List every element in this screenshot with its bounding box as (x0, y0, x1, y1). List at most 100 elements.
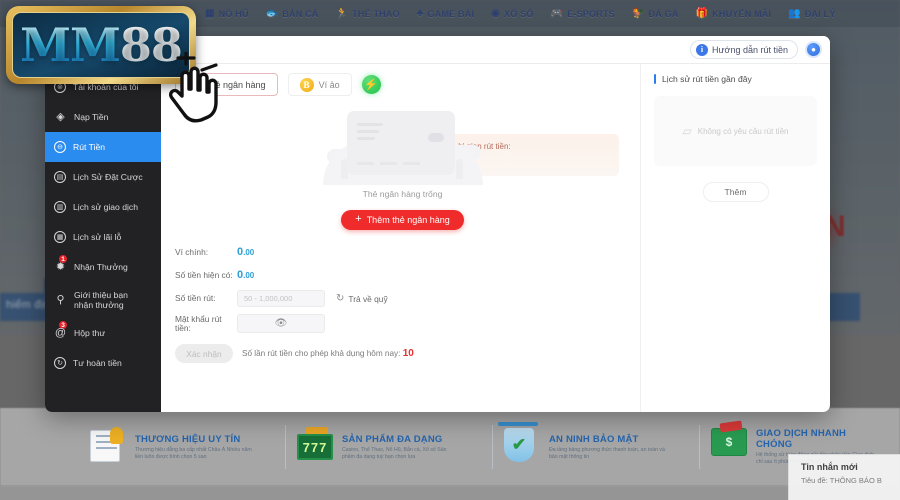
card-shape (346, 111, 455, 175)
toast-title: Tin nhắn mới (801, 462, 858, 472)
profit-loss-icon: ▦ (54, 231, 66, 243)
nav-item-e-sports[interactable]: 🎮 E-SPORTS (550, 7, 615, 19)
card-number-shape (356, 162, 420, 165)
nav-item-game-bai[interactable]: ♣ GAME BÀI (416, 7, 474, 19)
card-line (356, 123, 383, 126)
withdraw-main-content: Thẻ ngân hàng B Ví ảo ⚡ Thời gian rút ti… (161, 64, 640, 412)
available-amount-row: Số tiền hiện có: 0.00 (175, 267, 630, 283)
card-line (356, 130, 379, 133)
sidebar-item-label: Rút Tiền (73, 142, 106, 152)
plus-icon: + (355, 213, 362, 226)
limit-count: 10 (402, 348, 414, 359)
nav-label: THỂ THAO (352, 8, 400, 19)
bank-card-empty-state: Thẻ ngân hàng trống + Thêm thẻ ngân hàng (175, 105, 630, 230)
nav-item-the-thao[interactable]: 🏃 THỂ THAO (336, 8, 400, 19)
gift-icon: 🎁 (695, 7, 709, 19)
nav-item-da-ga[interactable]: 🐓 ĐÁ GÀ (631, 7, 679, 19)
nav-item-khuyen-mai[interactable]: 🎁 KHUYẾN MÃI (695, 7, 772, 19)
sidebar-item-nhan-thuong[interactable]: 1 ✹ Nhận Thưởng (45, 252, 161, 282)
withdraw-password-input[interactable]: 👁 (237, 314, 325, 333)
return-fund-label: Trả về quỹ (348, 293, 388, 304)
info-icon: i (696, 43, 709, 56)
withdraw-history-panel: Lịch sử rút tiền gần đây ▱ Không có yêu … (640, 64, 830, 412)
card-chip-shape (427, 133, 444, 142)
withdraw-amount-row: Số tiền rút: 50 - 1,000,000 ↻ Trả về quỹ (175, 290, 630, 307)
gamepad-icon: 🎮 (550, 7, 564, 19)
feature-subtitle: Thương hiệu đẳng ba cấp nhất Châu Á Nhiề… (135, 446, 252, 460)
feature-security: AN NINH BẢO MẬT Đa tầng bảng phương thức… (492, 419, 679, 475)
withdraw-icon: ⊖ (54, 141, 66, 153)
add-bank-card-button[interactable]: + Thêm thẻ ngân hàng (341, 209, 464, 230)
logo-inner-frame: MM88 (12, 12, 190, 78)
return-to-fund-button[interactable]: ↻ Trả về quỹ (336, 293, 388, 304)
new-message-toast[interactable]: Tin nhắn mới Tiêu đề: THÔNG BÁO B (788, 454, 900, 500)
lottery-ball-icon: ◉ (491, 7, 501, 19)
title-accent-bar (654, 74, 656, 84)
rooster-icon: 🐓 (631, 7, 645, 19)
nav-item-no-hu[interactable]: ▦ NỔ HŨ (205, 7, 249, 19)
sidebar-item-label: Nhận Thưởng (74, 262, 128, 272)
nav-item-dai-ly[interactable]: 👥 ĐẠI LÝ (788, 7, 836, 19)
sidebar-item-lich-su-giao-dich[interactable]: ▥ Lịch sử giao dịch (45, 192, 161, 222)
empty-card-illustration (322, 105, 483, 193)
withdraw-form: Ví chính: 0.00 Số tiền hiện có: 0.00 Số … (175, 244, 630, 363)
withdraw-password-row: Mật khẩu rút tiền: 👁 (175, 314, 630, 333)
sidebar-item-lich-su-lai-lo[interactable]: ▦ Lịch sử lãi lỗ (45, 222, 161, 252)
sidebar-item-gioi-thieu-ban[interactable]: ⚲ Giới thiệu bạn nhận thưởng (45, 282, 161, 318)
nav-label: XỔ SỐ (504, 8, 534, 19)
withdraw-guide-button[interactable]: i Hướng dẫn rút tiền (690, 40, 798, 59)
sidebar-item-lich-su-dat-cuoc[interactable]: ▤ Lịch Sử Đặt Cược (45, 162, 161, 192)
eye-icon[interactable]: 👁 (275, 318, 288, 329)
click-rays-icon (176, 52, 218, 88)
nav-label: ĐẠI LÝ (804, 8, 836, 19)
empty-box-icon: ▱ (682, 124, 692, 138)
withdraw-password-label: Mật khẩu rút tiền: (175, 313, 222, 333)
load-more-button[interactable]: Thêm (702, 182, 769, 202)
withdraw-amount-label: Số tiền rút: (175, 293, 216, 303)
sidebar-item-tu-hoan-tien[interactable]: ↻ Tư hoàn tiền (45, 348, 161, 378)
main-wallet-label: Ví chính: (175, 246, 209, 257)
submit-row: Xác nhận Số lần rút tiền cho phép khả dụ… (175, 344, 630, 363)
quick-action-icon[interactable]: ⚡ (361, 75, 381, 94)
nav-label: NỔ HŨ (218, 8, 249, 19)
slot-machine-icon: ▦ (205, 7, 215, 19)
tab-virtual-wallet[interactable]: B Ví ảo (287, 73, 352, 96)
avatar[interactable]: ● (805, 41, 822, 58)
withdraw-amount-input[interactable]: 50 - 1,000,000 (237, 290, 325, 307)
confirm-button[interactable]: Xác nhận (175, 344, 233, 363)
tab-label: Ví ảo (318, 79, 340, 90)
feature-title: THƯƠNG HIỆU UY TÍN (135, 433, 241, 445)
logo-mark: MM (20, 18, 121, 72)
nav-label: E-SPORTS (567, 8, 615, 19)
main-wallet-row: Ví chính: 0.00 (175, 244, 630, 260)
rebate-icon: ↻ (54, 357, 66, 369)
nav-item-ban-ca[interactable]: 🐟 BẮN CÁ (266, 8, 319, 19)
avatar-glyph: ● (811, 45, 816, 54)
card-line (356, 137, 375, 140)
feature-subtitle: Casino, Thể Thao, Nổ Hũ, Bắn cá, Xổ số S… (342, 446, 447, 460)
nav-item-xo-so[interactable]: ◉ XỔ SỐ (491, 7, 534, 19)
rewards-icon: ✹ (55, 260, 66, 273)
fast-money-icon (711, 420, 749, 466)
history-title-text: Lịch sử rút tiền gần đây (662, 74, 752, 84)
sidebar-item-label: Lịch sử giao dịch (73, 202, 138, 212)
sidebar-item-hop-thu[interactable]: 3 @ Hộp thư (45, 318, 161, 348)
feature-title: AN NINH BẢO MẬT (549, 433, 639, 445)
add-card-label: Thêm thẻ ngân hàng (366, 214, 450, 225)
feature-title: SẢN PHẨM ĐA DẠNG (342, 433, 443, 445)
agent-users-icon: 👥 (788, 7, 801, 19)
guide-label: Hướng dẫn rút tiền (712, 44, 788, 55)
bitcoin-coin-icon: B (299, 77, 314, 92)
sidebar-item-nap-tien[interactable]: ◈ Nạp Tiền (45, 102, 161, 132)
history-empty-state: ▱ Không có yêu cầu rút tiền (654, 96, 817, 166)
feature-text: SẢN PHẨM ĐA DẠNG Casino, Thể Thao, Nổ Hũ… (342, 434, 460, 461)
nav-label: ĐÁ GÀ (648, 8, 679, 19)
nav-label: KHUYẾN MÃI (712, 8, 772, 19)
sidebar-item-label: Nạp Tiền (74, 112, 109, 122)
feature-text: THƯƠNG HIỆU UY TÍN Thương hiệu đẳng ba c… (135, 434, 253, 461)
cards-icon: ♣ (416, 7, 424, 19)
document-bulb-icon (90, 427, 128, 466)
sidebar-item-label: Lịch Sử Đặt Cược (73, 172, 143, 182)
sidebar-item-rut-tien[interactable]: ⊖ Rút Tiền (45, 132, 161, 162)
main-wallet-value: 0.00 (237, 246, 254, 258)
